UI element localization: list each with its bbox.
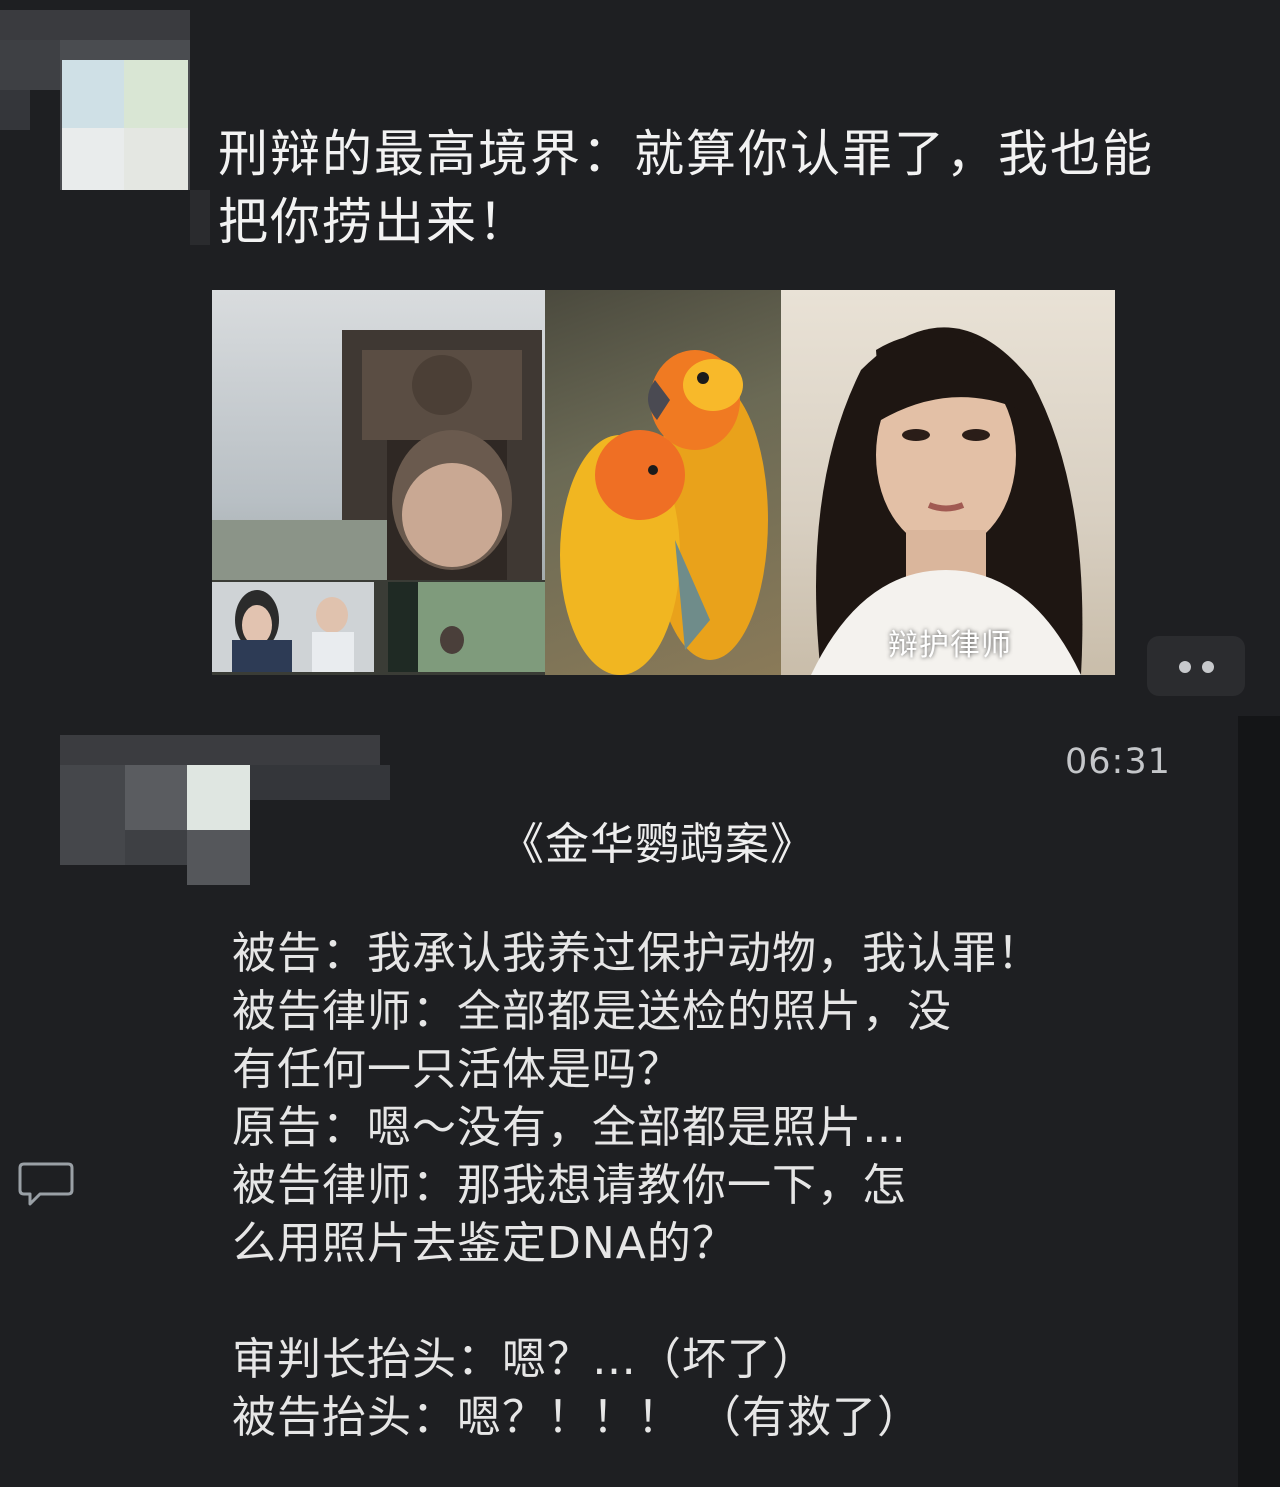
dialogue-line: 原告：嗯～没有，全部都是照片… xyxy=(232,1102,907,1153)
case-title: 《金华鹦鹉案》 xyxy=(500,819,815,870)
sun-conure-parrots-image[interactable] xyxy=(545,290,781,675)
comment-timestamp: 06:31 xyxy=(1065,742,1171,782)
more-dots-icon xyxy=(1179,661,1191,673)
dialogue-line: 么用照片去鉴定DNA的？ xyxy=(232,1218,737,1269)
post-image-strip[interactable]: 辩护律师 xyxy=(212,290,1115,675)
dialogue-line: 被告：我承认我养过保护动物，我认罪！ xyxy=(232,928,1042,979)
dialogue-blank-line xyxy=(232,1273,1152,1331)
dialogue-line: 被告律师：那我想请教你一下，怎 xyxy=(232,1160,907,1211)
dialogue-line: 有任何一只活体是吗？ xyxy=(232,1044,682,1095)
comment-dialogue: 被告：我承认我养过保护动物，我认罪！ 被告律师：全部都是送检的照片，没 有任何一… xyxy=(232,925,1152,1447)
commenter-avatar[interactable] xyxy=(60,735,390,885)
more-options-button[interactable] xyxy=(1147,636,1245,696)
more-dots-icon xyxy=(1202,661,1214,673)
side-scroll-edge xyxy=(1238,716,1280,1487)
dialogue-line: 被告抬头：嗯？！！！ （有救了） xyxy=(232,1392,922,1443)
post-title: 刑辩的最高境界：就算你认罪了，我也能 把你捞出来！ xyxy=(218,120,1228,256)
post-title-line-2: 把你捞出来！ xyxy=(218,193,530,251)
lawyer-caption: 辩护律师 xyxy=(888,628,1012,663)
post-author-avatar[interactable] xyxy=(0,0,210,250)
post-title-line-1: 刑辩的最高境界：就算你认罪了，我也能 xyxy=(218,125,1154,183)
dialogue-line: 被告律师：全部都是送检的照片，没 xyxy=(232,986,952,1037)
defense-lawyer-portrait-image[interactable] xyxy=(781,290,1115,675)
comment-bubble-icon[interactable] xyxy=(18,1160,74,1208)
dialogue-line: 审判长抬头：嗯？…（坏了） xyxy=(232,1334,817,1385)
courtroom-video-screenshot-image[interactable] xyxy=(212,290,545,675)
